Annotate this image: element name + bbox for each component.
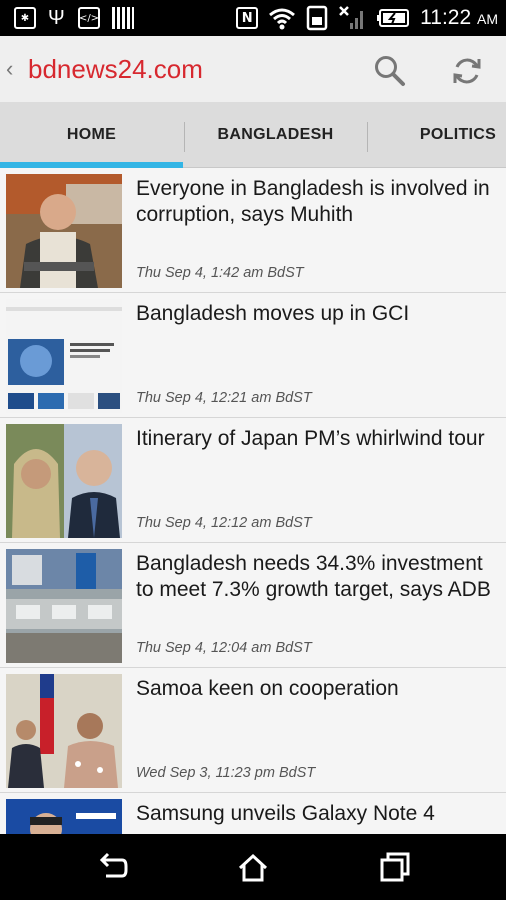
refresh-icon[interactable] [450, 54, 484, 88]
usb-icon: Ψ [48, 7, 65, 29]
article-date: Thu Sep 4, 12:04 am BdST [136, 640, 312, 656]
article-thumbnail [6, 799, 122, 834]
article-date: Thu Sep 4, 1:42 am BdST [136, 265, 304, 281]
article-headline[interactable]: Bangladesh moves up in GCI [136, 301, 496, 327]
article-headline[interactable]: Everyone in Bangladesh is involved in co… [136, 176, 496, 228]
clock: 11:22 AM [420, 6, 498, 29]
nfc-icon: N [236, 7, 259, 29]
chevron-left-icon[interactable]: ‹ [6, 56, 13, 82]
article-thumbnail [6, 299, 122, 413]
battery-icon [377, 9, 410, 27]
no-signal-icon [339, 6, 364, 29]
article-headline[interactable]: Bangladesh needs 34.3% investment to mee… [136, 551, 496, 603]
article-headline[interactable]: Samoa keen on cooperation [136, 676, 496, 702]
system-icons: N 11:22 AM [236, 0, 498, 36]
back-icon[interactable] [96, 850, 130, 884]
sim-icon [306, 5, 328, 31]
article-date: Thu Sep 4, 12:21 am BdST [136, 390, 312, 406]
navigation-bar [0, 834, 506, 900]
notification-icons: ✱ Ψ </> [0, 6, 134, 30]
search-icon[interactable] [372, 54, 406, 88]
app-bar: ‹ bdnews24.com [0, 36, 506, 102]
recent-apps-icon[interactable] [378, 850, 412, 884]
tab-bangladesh[interactable]: BANGLADESH [185, 102, 366, 168]
article-date: Wed Sep 3, 11:23 pm BdST [136, 765, 316, 781]
article-thumbnail [6, 424, 122, 538]
debug-icon: ✱ [14, 7, 36, 29]
list-item[interactable]: Bangladesh needs 34.3% investment to mee… [0, 543, 506, 668]
article-headline[interactable]: Samsung unveils Galaxy Note 4 [136, 801, 496, 827]
home-icon[interactable] [236, 850, 270, 884]
article-thumbnail [6, 674, 122, 788]
app-title[interactable]: bdnews24.com [28, 54, 203, 85]
status-bar: ✱ Ψ </> N 11:22 AM [0, 0, 506, 36]
news-list[interactable]: Everyone in Bangladesh is involved in co… [0, 168, 506, 834]
article-headline[interactable]: Itinerary of Japan PM’s whirlwind tour [136, 426, 496, 452]
barcode-icon [112, 7, 134, 29]
list-item[interactable]: Bangladesh moves up in GCI Thu Sep 4, 12… [0, 293, 506, 418]
wifi-icon [269, 8, 296, 30]
article-date: Thu Sep 4, 12:12 am BdST [136, 515, 312, 531]
tab-bar: HOME BANGLADESH POLITICS [0, 102, 506, 168]
tab-politics[interactable]: POLITICS [368, 102, 506, 168]
article-thumbnail [6, 549, 122, 663]
list-item[interactable]: Samsung unveils Galaxy Note 4 [0, 793, 506, 834]
article-thumbnail [6, 174, 122, 288]
list-item[interactable]: Itinerary of Japan PM’s whirlwind tour T… [0, 418, 506, 543]
list-item[interactable]: Samoa keen on cooperation Wed Sep 3, 11:… [0, 668, 506, 793]
code-icon: </> [78, 7, 100, 29]
list-item[interactable]: Everyone in Bangladesh is involved in co… [0, 168, 506, 293]
tab-home[interactable]: HOME [0, 102, 183, 168]
